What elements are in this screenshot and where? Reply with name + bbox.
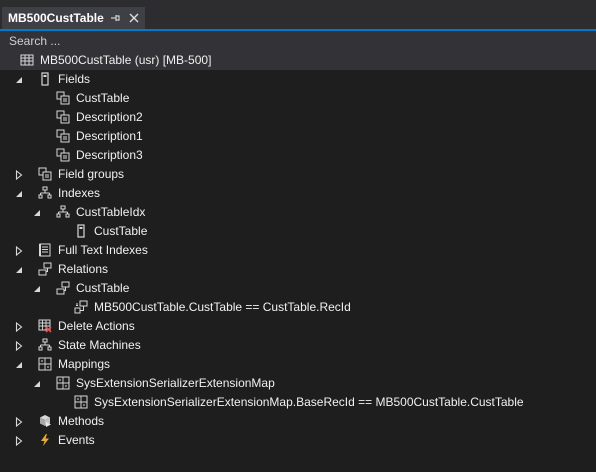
tree-node-label: SysExtensionSerializerExtensionMap.BaseR… bbox=[94, 395, 524, 409]
expanded-arrow-icon[interactable] bbox=[32, 208, 42, 218]
application-explorer-window: MB500CustTable Search ... MB500CustTable… bbox=[0, 0, 596, 472]
expanded-arrow-icon[interactable] bbox=[14, 360, 24, 370]
delete-actions-icon bbox=[38, 319, 52, 333]
table-icon bbox=[20, 53, 34, 67]
tree-node-field[interactable]: Description3 bbox=[0, 146, 596, 165]
search-placeholder: Search ... bbox=[9, 34, 61, 48]
expanded-arrow-icon[interactable] bbox=[14, 189, 24, 199]
tree-node-label: Full Text Indexes bbox=[58, 243, 148, 257]
tree-node-label: Description2 bbox=[76, 110, 143, 124]
tree-node-label: MB500CustTable.CustTable == CustTable.Re… bbox=[94, 300, 351, 314]
tree-node-label: Events bbox=[58, 433, 95, 447]
tree-node-label: CustTable bbox=[76, 91, 130, 105]
field-icon bbox=[56, 148, 70, 162]
tree-node-field[interactable]: Description1 bbox=[0, 127, 596, 146]
tree-node-relation[interactable]: CustTable bbox=[0, 279, 596, 298]
tree-node-events[interactable]: Events bbox=[0, 431, 596, 450]
pin-icon[interactable] bbox=[107, 10, 123, 26]
fields-icon bbox=[38, 72, 52, 86]
relation-icon bbox=[56, 281, 70, 295]
tree-node-label: Relations bbox=[58, 262, 109, 276]
tab-title: MB500CustTable bbox=[8, 11, 104, 25]
tree-node-field-groups[interactable]: Field groups bbox=[0, 165, 596, 184]
lightning-icon bbox=[38, 433, 52, 447]
tree-node-field-mapping[interactable]: SysExtensionSerializerExtensionMap.BaseR… bbox=[0, 393, 596, 412]
tree-node-label: Mappings bbox=[58, 357, 111, 371]
collapsed-arrow-icon[interactable] bbox=[14, 322, 24, 332]
field-groups-icon bbox=[38, 167, 52, 181]
methods-icon bbox=[38, 414, 52, 428]
tree-node-state-machines[interactable]: State Machines bbox=[0, 336, 596, 355]
full-text-index-icon bbox=[38, 243, 52, 257]
expanded-arrow-icon[interactable] bbox=[32, 284, 42, 294]
tree-node-delete-actions[interactable]: Delete Actions bbox=[0, 317, 596, 336]
tree-root-node[interactable]: MB500CustTable (usr) [MB-500] bbox=[0, 51, 596, 70]
tree-node-label: CustTable bbox=[94, 224, 148, 238]
tree-node-label: CustTableIdx bbox=[76, 205, 146, 219]
field-icon bbox=[56, 110, 70, 124]
collapsed-arrow-icon[interactable] bbox=[14, 246, 24, 256]
tree-node-relations[interactable]: Relations bbox=[0, 260, 596, 279]
search-input[interactable]: Search ... bbox=[0, 31, 596, 51]
collapsed-arrow-icon[interactable] bbox=[14, 170, 24, 180]
tree-node-indexes[interactable]: Indexes bbox=[0, 184, 596, 203]
collapsed-arrow-icon[interactable] bbox=[14, 436, 24, 446]
tree-node-label: Field groups bbox=[58, 167, 125, 181]
tree-node-full-text-indexes[interactable]: Full Text Indexes bbox=[0, 241, 596, 260]
indexes-icon bbox=[38, 186, 52, 200]
close-icon[interactable] bbox=[126, 10, 142, 26]
tree-node-mappings[interactable]: Mappings bbox=[0, 355, 596, 374]
index-icon bbox=[56, 205, 70, 219]
tree-node-field[interactable]: Description2 bbox=[0, 108, 596, 127]
tree-node-index-field[interactable]: CustTable bbox=[0, 222, 596, 241]
tree-node-index[interactable]: CustTableIdx bbox=[0, 203, 596, 222]
tree-node-label: SysExtensionSerializerExtensionMap bbox=[76, 376, 275, 390]
tree-node-field[interactable]: CustTable bbox=[0, 89, 596, 108]
tree-node-label: Fields bbox=[58, 72, 91, 86]
index-field-icon bbox=[74, 224, 88, 238]
constraint-icon bbox=[74, 300, 88, 314]
tree-node-label: State Machines bbox=[58, 338, 141, 352]
expanded-arrow-icon[interactable] bbox=[14, 75, 24, 85]
field-mapping-icon bbox=[74, 395, 88, 409]
tab-mb500custtable[interactable]: MB500CustTable bbox=[2, 7, 145, 29]
tree-node-fields[interactable]: Fields bbox=[0, 70, 596, 89]
state-machines-icon bbox=[38, 338, 52, 352]
tab-bar: MB500CustTable bbox=[0, 0, 596, 31]
collapsed-arrow-icon[interactable] bbox=[14, 341, 24, 351]
tree-node-label: CustTable bbox=[76, 281, 130, 295]
tree-node-label: Description1 bbox=[76, 129, 143, 143]
tree-node-mapping[interactable]: SysExtensionSerializerExtensionMap bbox=[0, 374, 596, 393]
tree-root-label: MB500CustTable (usr) [MB-500] bbox=[40, 53, 212, 67]
collapsed-arrow-icon[interactable] bbox=[14, 417, 24, 427]
relations-icon bbox=[38, 262, 52, 276]
expanded-arrow-icon[interactable] bbox=[32, 379, 42, 389]
tree-node-label: Methods bbox=[58, 414, 105, 428]
tree-node-label: Indexes bbox=[58, 186, 101, 200]
tree-node-label: Delete Actions bbox=[58, 319, 135, 333]
tree-node-relation-constraint[interactable]: MB500CustTable.CustTable == CustTable.Re… bbox=[0, 298, 596, 317]
field-icon bbox=[56, 91, 70, 105]
tree-node-label: Description3 bbox=[76, 148, 143, 162]
expanded-arrow-icon[interactable] bbox=[14, 265, 24, 275]
field-icon bbox=[56, 129, 70, 143]
mapping-icon bbox=[56, 376, 70, 390]
tree-node-methods[interactable]: Methods bbox=[0, 412, 596, 431]
mappings-icon bbox=[38, 357, 52, 371]
element-tree: MB500CustTable (usr) [MB-500] Fields Cus… bbox=[0, 51, 596, 450]
